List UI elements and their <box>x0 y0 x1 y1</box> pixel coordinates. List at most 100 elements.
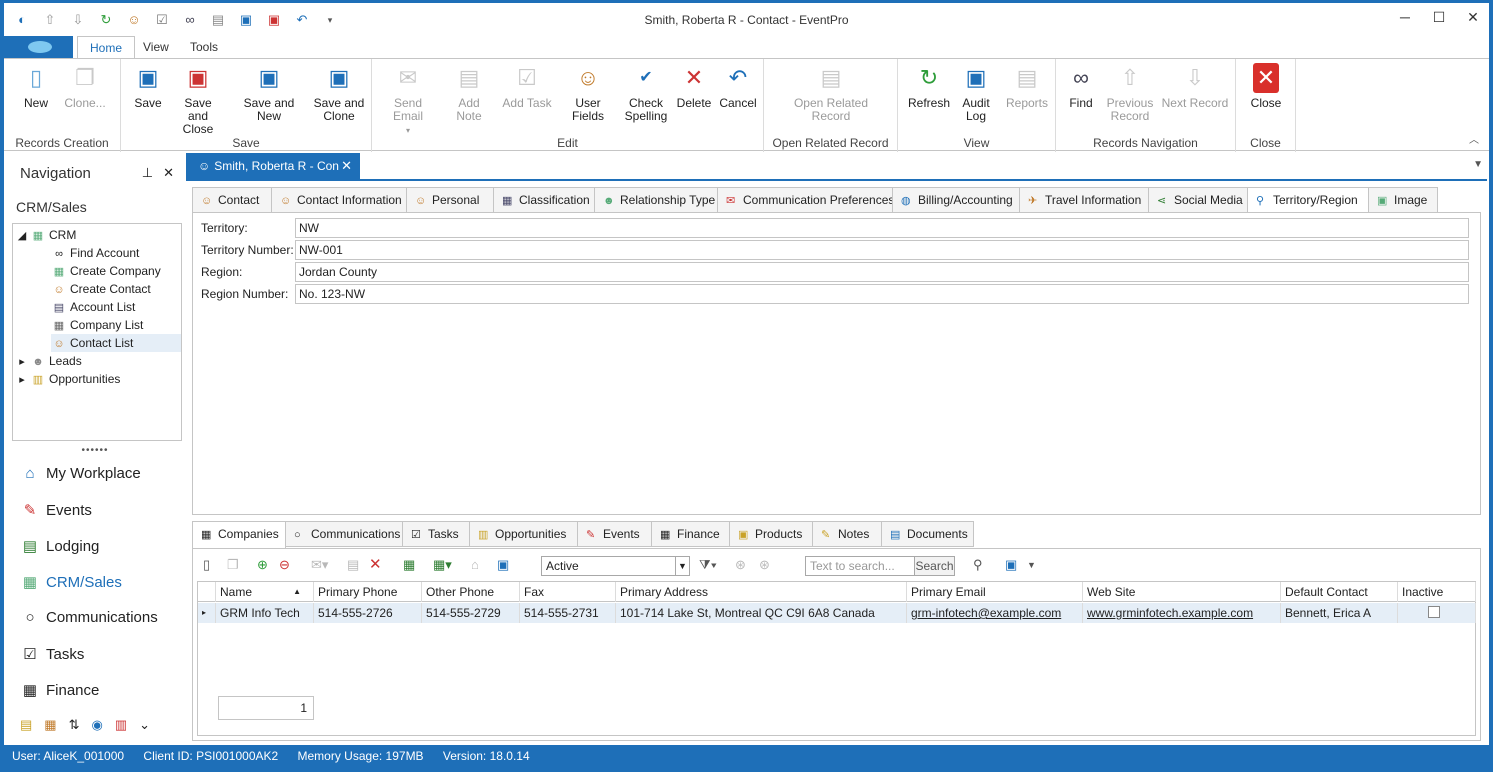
previous-record-button[interactable]: ⇧ Previous Record <box>1104 63 1156 123</box>
email-dropdown-icon[interactable]: ✉▾ <box>311 557 328 573</box>
cell-web-site[interactable]: www.grminfotech.example.com <box>1083 603 1281 623</box>
clone-button[interactable]: ❐ Clone... <box>62 63 108 110</box>
next-record-button[interactable]: ⇩ Next Record <box>1160 63 1230 110</box>
tree-node-account-list[interactable]: ▤ Account List <box>51 298 136 316</box>
more-icon[interactable]: ⌄ <box>139 717 150 733</box>
close-button[interactable]: ✕ <box>1465 9 1481 26</box>
column-header-default-contact[interactable]: Default Contact <box>1281 582 1398 602</box>
save-layout-icon[interactable]: ▣ <box>1005 557 1017 573</box>
nav-item-crm-sales[interactable]: ▦ CRM/Sales <box>20 573 122 591</box>
new-button[interactable]: ▯ New <box>18 63 54 110</box>
file-tab[interactable] <box>4 36 73 58</box>
tab-tools[interactable]: Tools <box>190 40 218 54</box>
search-button[interactable]: Search <box>914 557 954 575</box>
tab-tasks[interactable]: ☑ Tasks <box>402 521 470 547</box>
territory-number-field[interactable]: NW-001 <box>295 240 1469 260</box>
table-row[interactable]: ▸ GRM Info Tech 514-555-2726 514-555-272… <box>198 603 1476 623</box>
cell-primary-address[interactable]: 101-714 Lake St, Montreal QC C9I 6A8 Can… <box>616 603 907 623</box>
nav-item-lodging[interactable]: ▤ Lodging <box>20 537 99 555</box>
column-header-primary-phone[interactable]: Primary Phone <box>314 582 422 602</box>
notes-icon[interactable]: ▤ <box>20 717 32 733</box>
more-options-icon[interactable]: ▼ <box>1027 560 1036 570</box>
close-record-button[interactable]: ✕ Close <box>1246 63 1286 110</box>
nav-item-communications[interactable]: ○ Communications <box>20 609 157 626</box>
document-tab[interactable]: ☺ Smith, Roberta R - Con ✕ <box>186 153 360 179</box>
nav-item-events[interactable]: ✎ Events <box>20 501 92 519</box>
globe-icon[interactable]: ◉ <box>92 717 103 733</box>
search-input[interactable]: Text to search... Search <box>805 556 955 576</box>
splitter-grip[interactable]: •••••• <box>8 445 182 456</box>
tree-node-leads[interactable]: ▸ ☻ Leads <box>17 352 81 370</box>
reports-button[interactable]: ▤ Reports <box>1004 63 1050 110</box>
user-fields-button[interactable]: ☺ User Fields <box>558 63 618 123</box>
save-button[interactable]: ▣ Save <box>133 63 163 110</box>
save-and-clone-button[interactable]: ▣ Save and Clone <box>313 63 365 123</box>
up-arrow-icon[interactable]: ⊛ <box>735 557 746 573</box>
audit-log-button[interactable]: ▣ Audit Log <box>958 63 994 123</box>
cell-inactive[interactable] <box>1398 603 1476 623</box>
add-link-icon[interactable]: ⊕ <box>257 557 268 573</box>
column-header-primary-email[interactable]: Primary Email <box>907 582 1083 602</box>
export-icon[interactable]: ▦ <box>403 557 415 573</box>
tab-contact[interactable]: ☺ Contact <box>192 187 272 213</box>
tab-territory-region[interactable]: ⚲ Territory/Region <box>1247 187 1369 213</box>
cell-name[interactable]: GRM Info Tech <box>216 603 314 623</box>
new-record-icon[interactable]: ▯ <box>203 557 210 573</box>
save-and-close-button[interactable]: ▣ Save and Close <box>173 63 223 136</box>
tree-node-crm[interactable]: ◢ ▦ CRM <box>17 226 77 244</box>
tab-events[interactable]: ✎ Events <box>577 521 652 547</box>
transfer-icon[interactable]: ⇅ <box>69 717 80 733</box>
close-icon[interactable]: ✕ <box>163 165 174 181</box>
maximize-button[interactable]: ☐ <box>1431 9 1447 26</box>
column-header-primary-address[interactable]: Primary Address <box>616 582 907 602</box>
open-related-record-button[interactable]: ▤ Open Related Record <box>790 63 872 123</box>
tab-products[interactable]: ▣ Products <box>729 521 813 547</box>
status-filter-combo[interactable]: Active ▼ <box>541 556 690 576</box>
save-and-new-button[interactable]: ▣ Save and New <box>231 63 307 123</box>
cell-primary-phone[interactable]: 514-555-2726 <box>314 603 422 623</box>
column-header-name[interactable]: Name ▲ <box>216 582 314 602</box>
minimize-button[interactable]: ─ <box>1397 9 1413 26</box>
filter-dropdown-icon[interactable]: ⧩▾ <box>699 557 717 573</box>
tab-finance[interactable]: ▦ Finance <box>651 521 730 547</box>
pin-icon[interactable]: ⊥ <box>142 165 153 181</box>
send-email-button[interactable]: ✉ Send Email ▾ <box>380 63 436 137</box>
region-number-field[interactable]: No. 123-NW <box>295 284 1469 304</box>
tree-node-create-contact[interactable]: ☺ Create Contact <box>51 280 150 298</box>
clone-record-icon[interactable]: ❐ <box>227 557 239 573</box>
inactive-checkbox[interactable] <box>1428 606 1440 618</box>
refresh-button[interactable]: ↻ Refresh <box>906 63 952 110</box>
territory-field[interactable]: NW <box>295 218 1469 238</box>
tab-contact-information[interactable]: ☺ Contact Information <box>271 187 407 213</box>
resources-icon[interactable]: ▦ <box>44 717 56 733</box>
info-icon[interactable]: ▣ <box>497 557 509 573</box>
tab-communications[interactable]: ○ Communications <box>285 521 403 547</box>
column-header-other-phone[interactable]: Other Phone <box>422 582 520 602</box>
nav-item-finance[interactable]: ▦ Finance <box>20 681 99 699</box>
tree-node-opportunities[interactable]: ▸ ▥ Opportunities <box>17 370 120 388</box>
delete-button[interactable]: ✕ Delete <box>674 63 714 110</box>
collapse-ribbon-icon[interactable]: ︿ <box>1469 131 1479 146</box>
find-in-grid-icon[interactable]: ⚲ <box>973 557 983 573</box>
tab-travel-information[interactable]: ✈ Travel Information <box>1019 187 1149 213</box>
layout-dropdown-icon[interactable]: ▦▾ <box>433 557 452 573</box>
tab-opportunities[interactable]: ▥ Opportunities <box>469 521 578 547</box>
cell-default-contact[interactable]: Bennett, Erica A <box>1281 603 1398 623</box>
column-header-fax[interactable]: Fax <box>520 582 616 602</box>
column-header-inactive[interactable]: Inactive <box>1398 582 1476 602</box>
cell-primary-email[interactable]: grm-infotech@example.com <box>907 603 1083 623</box>
tab-notes[interactable]: ✎ Notes <box>812 521 882 547</box>
nav-item-tasks[interactable]: ☑ Tasks <box>20 645 84 663</box>
tab-personal[interactable]: ☺ Personal <box>406 187 494 213</box>
cell-fax[interactable]: 514-555-2731 <box>520 603 616 623</box>
tab-billing-accounting[interactable]: ◍ Billing/Accounting <box>892 187 1020 213</box>
tab-relationship-type[interactable]: ☻ Relationship Type <box>594 187 718 213</box>
add-note-button[interactable]: ▤ Add Note <box>444 63 494 123</box>
tree-node-contact-list[interactable]: ☺ Contact List <box>51 334 181 352</box>
web-site-link[interactable]: www.grminfotech.example.com <box>1087 606 1253 620</box>
tree-node-create-company[interactable]: ▦ Create Company <box>51 262 161 280</box>
column-header-web-site[interactable]: Web Site <box>1083 582 1281 602</box>
cell-other-phone[interactable]: 514-555-2729 <box>422 603 520 623</box>
cancel-button[interactable]: ↶ Cancel <box>718 63 758 110</box>
delete-x-icon[interactable]: ✕ <box>369 555 382 573</box>
